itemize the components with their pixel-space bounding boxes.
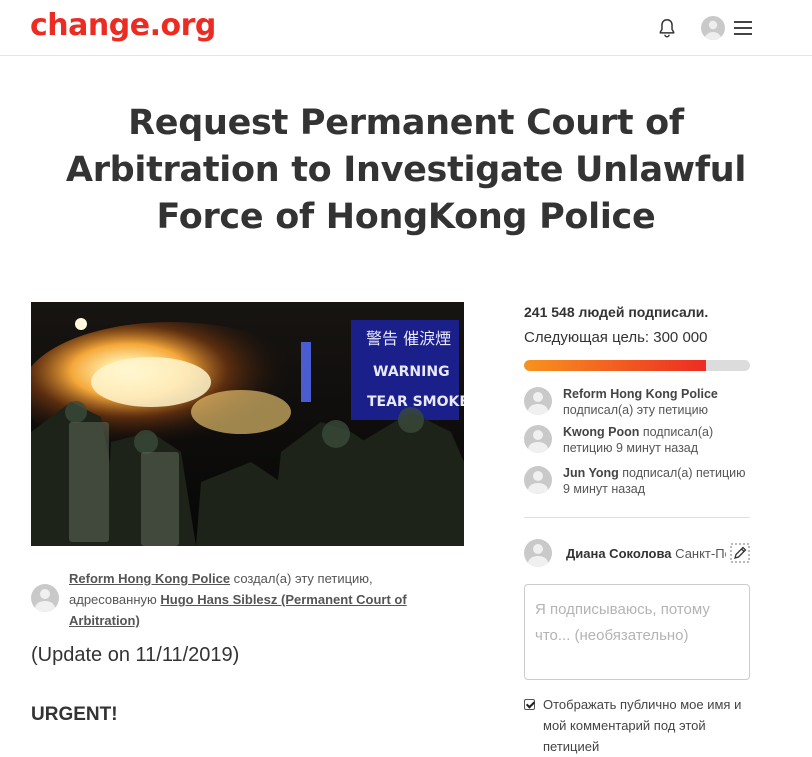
current-user-avatar [524, 539, 552, 567]
signer-text: Kwong Poon подписал(а) петицию 9 минут н… [563, 424, 753, 456]
photo-sign-chinese: 警告 催淚煙 [366, 329, 451, 348]
recent-signer: Kwong Poon подписал(а) петицию 9 минут н… [524, 424, 750, 460]
signer-name: Kwong Poon [563, 425, 640, 439]
current-user-row: Диана Соколова Санкт-Петербург [524, 538, 750, 568]
hamburger-menu-icon[interactable] [734, 21, 752, 35]
signer-text: Jun Yong подписал(а) петицию 9 минут наз… [563, 465, 753, 497]
photo-sign-tear-smoke: TEAR SMOKE [367, 394, 464, 410]
creator-text: Reform Hong Kong Police создал(а) эту пе… [69, 568, 429, 631]
signer-avatar [524, 466, 552, 494]
signature-progress-bar [524, 360, 750, 371]
edit-pencil-icon[interactable] [730, 543, 750, 563]
sidebar-divider [524, 517, 750, 518]
signer-avatar [524, 387, 552, 415]
progress-bar-fill [524, 360, 706, 371]
comment-textarea[interactable] [524, 584, 750, 680]
signer-name: Reform Hong Kong Police [563, 387, 718, 401]
signer-action: подписал(а) эту петицию [563, 403, 708, 417]
signer-name: Jun Yong [563, 466, 619, 480]
change-org-logo[interactable]: change.org [30, 8, 216, 43]
signature-count: 241 548 людей подписали. [524, 304, 709, 320]
recent-signer: Reform Hong Kong Police подписал(а) эту п… [524, 386, 750, 422]
urgent-heading: URGENT! [31, 704, 118, 725]
next-goal: Следующая цель: 300 000 [524, 329, 708, 346]
photo-sign-warning: WARNING [373, 364, 450, 380]
bell-icon[interactable] [656, 17, 678, 39]
user-avatar[interactable] [701, 16, 725, 40]
signer-text: Reform Hong Kong Police подписал(а) эту п… [563, 386, 753, 418]
current-user-name: Диана Соколова Санкт-Петербург [566, 546, 726, 561]
top-navigation-bar: change.org [0, 0, 812, 56]
public-display-checkbox[interactable] [524, 699, 535, 710]
recent-signer: Jun Yong подписал(а) петицию 9 минут наз… [524, 465, 750, 501]
public-display-label[interactable]: Отображать публично мое имя и мой коммен… [543, 694, 753, 757]
signer-avatar [524, 425, 552, 453]
petition-photo: 警告 催淚煙 WARNING TEAR SMOKE [31, 302, 464, 546]
current-user-full-name: Диана Соколова [566, 546, 672, 561]
creator-avatar [31, 584, 59, 612]
creator-name-link[interactable]: Reform Hong Kong Police [69, 571, 230, 586]
update-date: (Update on 11/11/2019) [31, 644, 240, 666]
current-user-location: Санкт-Петербург [675, 546, 726, 561]
petition-title: Request Permanent Court of Arbitration t… [65, 103, 747, 237]
